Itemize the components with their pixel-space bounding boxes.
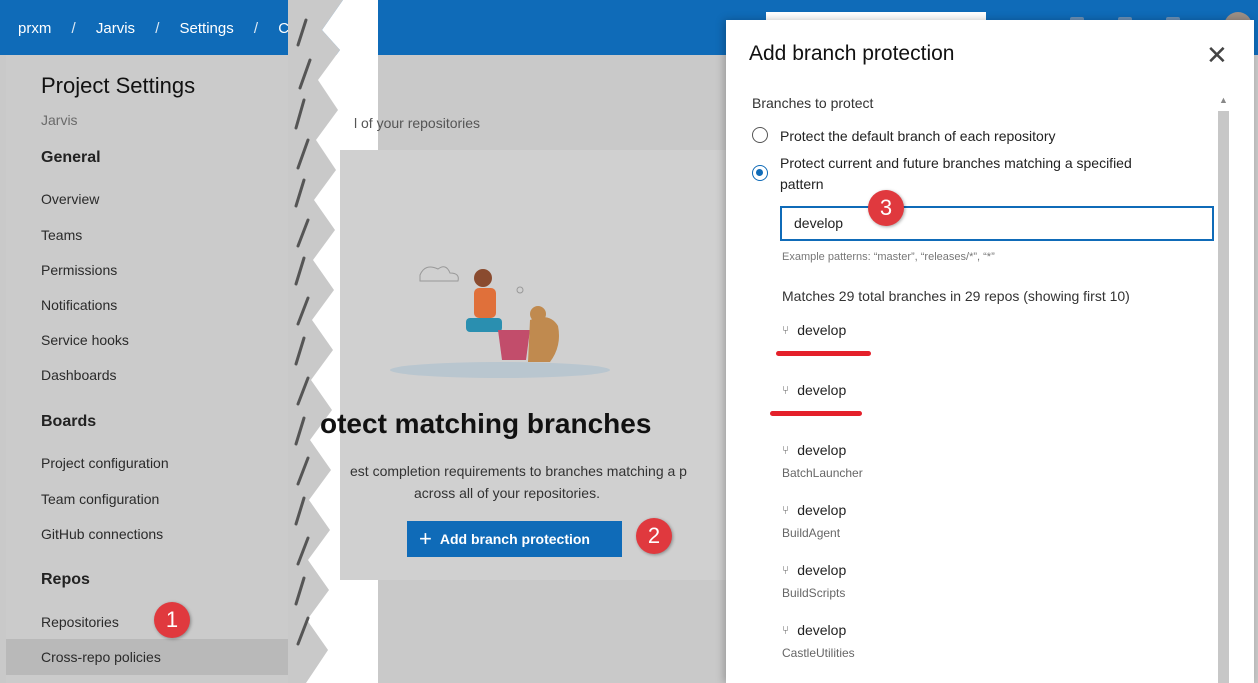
matches-summary: Matches 29 total branches in 29 repos (s… — [782, 288, 1130, 304]
sidebar-item-permissions[interactable]: Permissions — [41, 262, 117, 278]
section-repos: Repos — [41, 571, 90, 588]
list-item: ⑂ develop CastleUtilities — [782, 622, 855, 660]
callout-badge-3: 3 — [868, 190, 904, 226]
breadcrumb-settings[interactable]: Settings — [180, 20, 234, 37]
sidebar-item-repositories[interactable]: Repositories — [41, 614, 119, 630]
radio-pattern[interactable] — [752, 165, 768, 181]
breadcrumb: prxm / Jarvis / Settings / Cros — [18, 20, 326, 37]
scroll-thumb[interactable] — [1218, 111, 1229, 683]
radio-pattern-label-line2: pattern — [780, 176, 824, 192]
main-content: l of your repositories otect matching br… — [320, 55, 790, 683]
branch-icon: ⑂ — [782, 623, 790, 637]
repo-name: CastleUtilities — [782, 646, 855, 660]
branch-icon: ⑂ — [782, 443, 790, 457]
project-name: Jarvis — [41, 112, 78, 128]
radio-pattern-label[interactable]: Protect current and future branches matc… — [780, 153, 1132, 195]
breadcrumb-project[interactable]: Jarvis — [96, 20, 135, 37]
sidebar-item-team-configuration[interactable]: Team configuration — [41, 491, 159, 507]
sidebar-item-notifications[interactable]: Notifications — [41, 297, 117, 313]
sidebar-title: Project Settings — [41, 73, 196, 98]
illustration-person-with-dog — [390, 266, 610, 378]
repo-name: BatchLauncher — [782, 466, 863, 480]
sidebar-item-project-configuration[interactable]: Project configuration — [41, 455, 169, 471]
scroll-up-icon[interactable]: ▲ — [1219, 95, 1228, 105]
radio-default-branch[interactable] — [752, 127, 768, 143]
redaction-mark — [776, 351, 871, 356]
branch-name: develop — [797, 442, 847, 458]
radio-pattern-label-line1: Protect current and future branches matc… — [780, 155, 1132, 171]
sidebar: Project Settings Jarvis General Overview… — [6, 55, 341, 683]
list-item: ⑂ develop — [782, 322, 846, 338]
branch-icon: ⑂ — [782, 323, 790, 337]
empty-state-card — [340, 150, 790, 580]
empty-state-text: est completion requirements to branches … — [350, 463, 687, 479]
breadcrumb-separator: / — [71, 20, 76, 37]
list-item: ⑂ develop — [782, 382, 846, 398]
branch-name: develop — [797, 322, 847, 338]
breadcrumb-org[interactable]: prxm — [18, 20, 51, 37]
callout-badge-1: 1 — [154, 602, 190, 638]
section-general: General — [41, 149, 101, 166]
list-item: ⑂ develop BuildScripts — [782, 562, 846, 600]
list-item: ⑂ develop BuildAgent — [782, 502, 846, 540]
branch-icon: ⑂ — [782, 383, 790, 397]
pattern-hint: Example patterns: “master”, “releases/*”… — [782, 251, 995, 263]
sidebar-item-github-connections[interactable]: GitHub connections — [41, 526, 163, 542]
radio-default-branch-label[interactable]: Protect the default branch of each repos… — [780, 126, 1056, 147]
breadcrumb-separator: / — [253, 20, 259, 37]
redaction-mark — [770, 411, 862, 416]
empty-state-title: otect matching branches — [320, 408, 652, 439]
plus-icon: + — [419, 526, 432, 551]
sidebar-item-service-hooks[interactable]: Service hooks — [41, 332, 129, 348]
branch-pattern-input[interactable]: develop — [780, 206, 1214, 241]
sidebar-item-dashboards[interactable]: Dashboards — [41, 367, 117, 383]
branch-name: develop — [797, 622, 847, 638]
branch-name: develop — [797, 502, 847, 518]
page-description: l of your repositories — [354, 115, 481, 131]
add-branch-protection-button[interactable]: + Add branch protection — [407, 521, 622, 557]
breadcrumb-separator: / — [155, 20, 160, 37]
repo-name: BuildAgent — [782, 526, 841, 540]
panel-title: Add branch protection — [749, 42, 955, 65]
section-boards: Boards — [41, 413, 97, 430]
add-branch-protection-panel: Add branch protection ✕ Branches to prot… — [726, 20, 1254, 683]
callout-badge-2: 2 — [636, 518, 672, 554]
repo-name: BuildScripts — [782, 586, 846, 600]
add-branch-protection-label: Add branch protection — [439, 531, 590, 547]
branch-name: develop — [797, 562, 847, 578]
branch-icon: ⑂ — [782, 503, 790, 517]
close-icon[interactable]: ✕ — [1206, 42, 1228, 68]
sidebar-item-overview[interactable]: Overview — [41, 191, 99, 207]
sidebar-item-teams[interactable]: Teams — [41, 227, 82, 243]
branch-icon: ⑂ — [782, 563, 790, 577]
empty-state-text-2: across all of your repositories. — [414, 485, 600, 501]
list-item: ⑂ develop BatchLauncher — [782, 442, 863, 480]
branches-to-protect-label: Branches to protect — [752, 95, 874, 111]
branch-name: develop — [797, 382, 847, 398]
panel-scrollbar[interactable]: ▲ — [1216, 95, 1230, 683]
